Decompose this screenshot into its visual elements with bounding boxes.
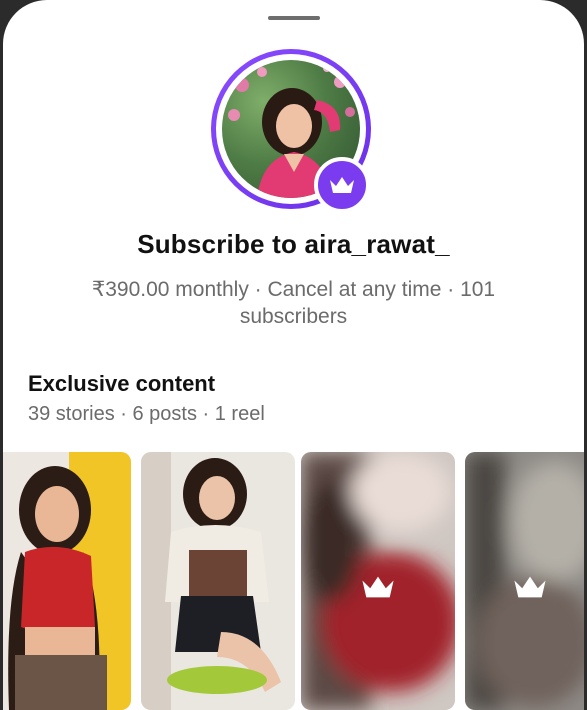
subscriber-badge <box>314 157 370 213</box>
content-thumbnail[interactable] <box>3 452 131 710</box>
crown-icon <box>330 177 354 193</box>
exclusive-content-heading: Exclusive content <box>28 371 216 396</box>
locked-content-thumbnail[interactable] <box>301 452 455 710</box>
subscribe-sheet: Subscribe to aira_rawat_ ₹390.00 monthly… <box>3 0 584 710</box>
drag-handle[interactable] <box>268 16 320 20</box>
locked-indicator <box>360 574 396 600</box>
subscribe-title: Subscribe to aira_rawat_ <box>137 229 450 259</box>
content-thumbnail[interactable] <box>141 452 295 710</box>
preview-photo <box>3 452 131 710</box>
locked-indicator <box>512 574 548 600</box>
subscription-details: ₹390.00 monthly · Cancel at any time · 1… <box>91 278 496 328</box>
preview-photo <box>141 452 295 710</box>
crown-icon <box>514 576 546 598</box>
locked-content-thumbnail[interactable] <box>465 452 584 710</box>
exclusive-content-summary: 39 stories · 6 posts · 1 reel <box>28 403 265 425</box>
crown-icon <box>362 576 394 598</box>
